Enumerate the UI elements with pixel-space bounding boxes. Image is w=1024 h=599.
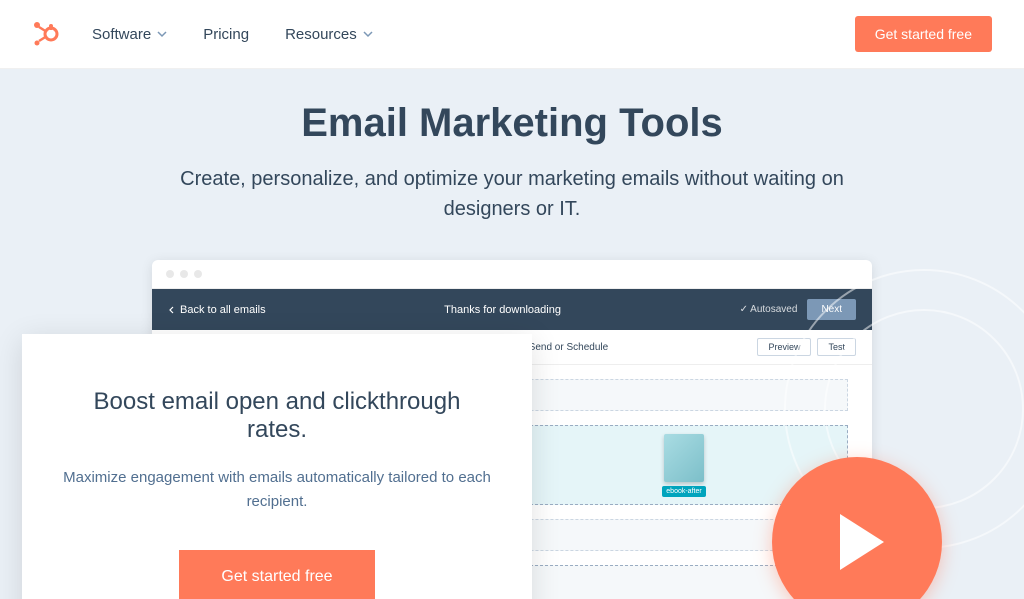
nav-label: Resources [285,26,357,43]
play-icon [840,514,884,570]
nav-label: Software [92,26,151,43]
page-subtitle: Create, personalize, and optimize your m… [162,164,862,224]
card-cta-button[interactable]: Get started free [179,550,374,599]
hero-section: Email Marketing Tools Create, personaliz… [0,69,1024,599]
window-dot [194,270,202,278]
app-header: Back to all emails Thanks for downloadin… [152,289,872,330]
card-title: Boost email open and clickthrough rates. [62,388,492,444]
nav-label: Pricing [203,26,249,43]
window-dot [166,270,174,278]
nav-item-pricing[interactable]: Pricing [203,26,249,43]
chevron-down-icon [157,29,167,39]
card-text: Maximize engagement with emails automati… [62,466,492,514]
nav-item-software[interactable]: Software [92,26,167,43]
feature-card: Boost email open and clickthrough rates.… [22,334,532,599]
nav-item-resources[interactable]: Resources [285,26,373,43]
back-label: Back to all emails [180,304,266,316]
autosaved-status: ✓ Autosaved [740,304,798,315]
top-navigation: Software Pricing Resources Get started f… [0,0,1024,69]
window-chrome [152,260,872,289]
get-started-button[interactable]: Get started free [855,16,992,52]
ebook-label: ebook-after [662,486,705,497]
tab-send[interactable]: Send or Schedule [529,342,609,353]
ebook-thumbnail [664,434,704,482]
back-link[interactable]: Back to all emails [168,304,266,316]
chevron-down-icon [363,29,373,39]
nav-items: Software Pricing Resources [92,26,855,43]
chevron-left-icon [168,306,176,314]
hubspot-logo[interactable] [32,20,60,48]
page-title: Email Marketing Tools [0,101,1024,146]
window-dot [180,270,188,278]
app-title: Thanks for downloading [266,304,740,316]
